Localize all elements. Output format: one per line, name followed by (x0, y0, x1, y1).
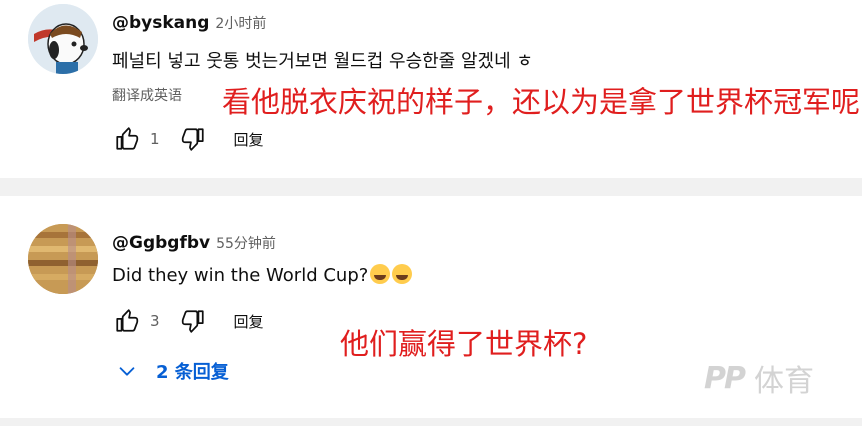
comment-text: 페널티 넣고 웃통 벗는거보면 월드컵 우승한줄 알겠네 ㅎ (112, 51, 533, 72)
avatar[interactable] (28, 224, 98, 294)
photo-avatar-icon (28, 224, 98, 294)
dislike-button[interactable] (178, 306, 208, 336)
translation-overlay: 看他脱衣庆祝的样子，还以为是拿了世界杯冠军呢 (222, 80, 862, 124)
timestamp: 2小时前 (215, 16, 267, 32)
like-button[interactable] (112, 306, 142, 336)
snoopy-avatar-icon (28, 4, 98, 74)
thumbs-up-icon (116, 309, 139, 332)
thumbs-up-icon (116, 127, 139, 150)
laughing-emoji-icon (370, 264, 391, 284)
view-replies-button[interactable]: 2 条回复 (116, 358, 229, 384)
reply-button[interactable]: 回复 (234, 129, 264, 150)
thumbs-down-icon (181, 128, 204, 151)
like-count: 3 (150, 312, 160, 330)
logo-mark: PP (704, 360, 746, 396)
dislike-button[interactable] (178, 124, 208, 154)
avatar[interactable] (28, 4, 98, 74)
logo-name: 体育 (753, 364, 814, 399)
laughing-emoji-icon (392, 264, 413, 284)
thumbs-down-icon (181, 310, 204, 333)
username-text[interactable]: @Ggbgfbv (112, 233, 210, 253)
like-button[interactable] (112, 124, 142, 154)
timestamp: 55分钟前 (216, 236, 276, 252)
username[interactable]: @Ggbgfbv 55分钟前 (112, 233, 276, 253)
translation-overlay: 他们赢得了世界杯? (340, 327, 588, 361)
replies-count-label[interactable]: 2 条回复 (156, 358, 229, 384)
divider (0, 418, 862, 426)
username-text[interactable]: @byskang (112, 13, 209, 33)
username[interactable]: @byskang 2小时前 (112, 13, 266, 33)
comment-actions: 1 回复 (112, 124, 264, 154)
reply-button[interactable]: 回复 (234, 311, 264, 332)
translate-link[interactable]: 翻译成英语 (112, 85, 182, 105)
comment-text-body: Did they win the World Cup? (112, 265, 369, 286)
comment-text: Did they win the World Cup? (112, 264, 413, 286)
pp-sports-logo: PP 体育 (704, 356, 814, 400)
chevron-down-icon (119, 367, 135, 376)
comment-actions: 3 回复 (112, 306, 264, 336)
like-count: 1 (150, 130, 160, 148)
divider (0, 178, 862, 196)
